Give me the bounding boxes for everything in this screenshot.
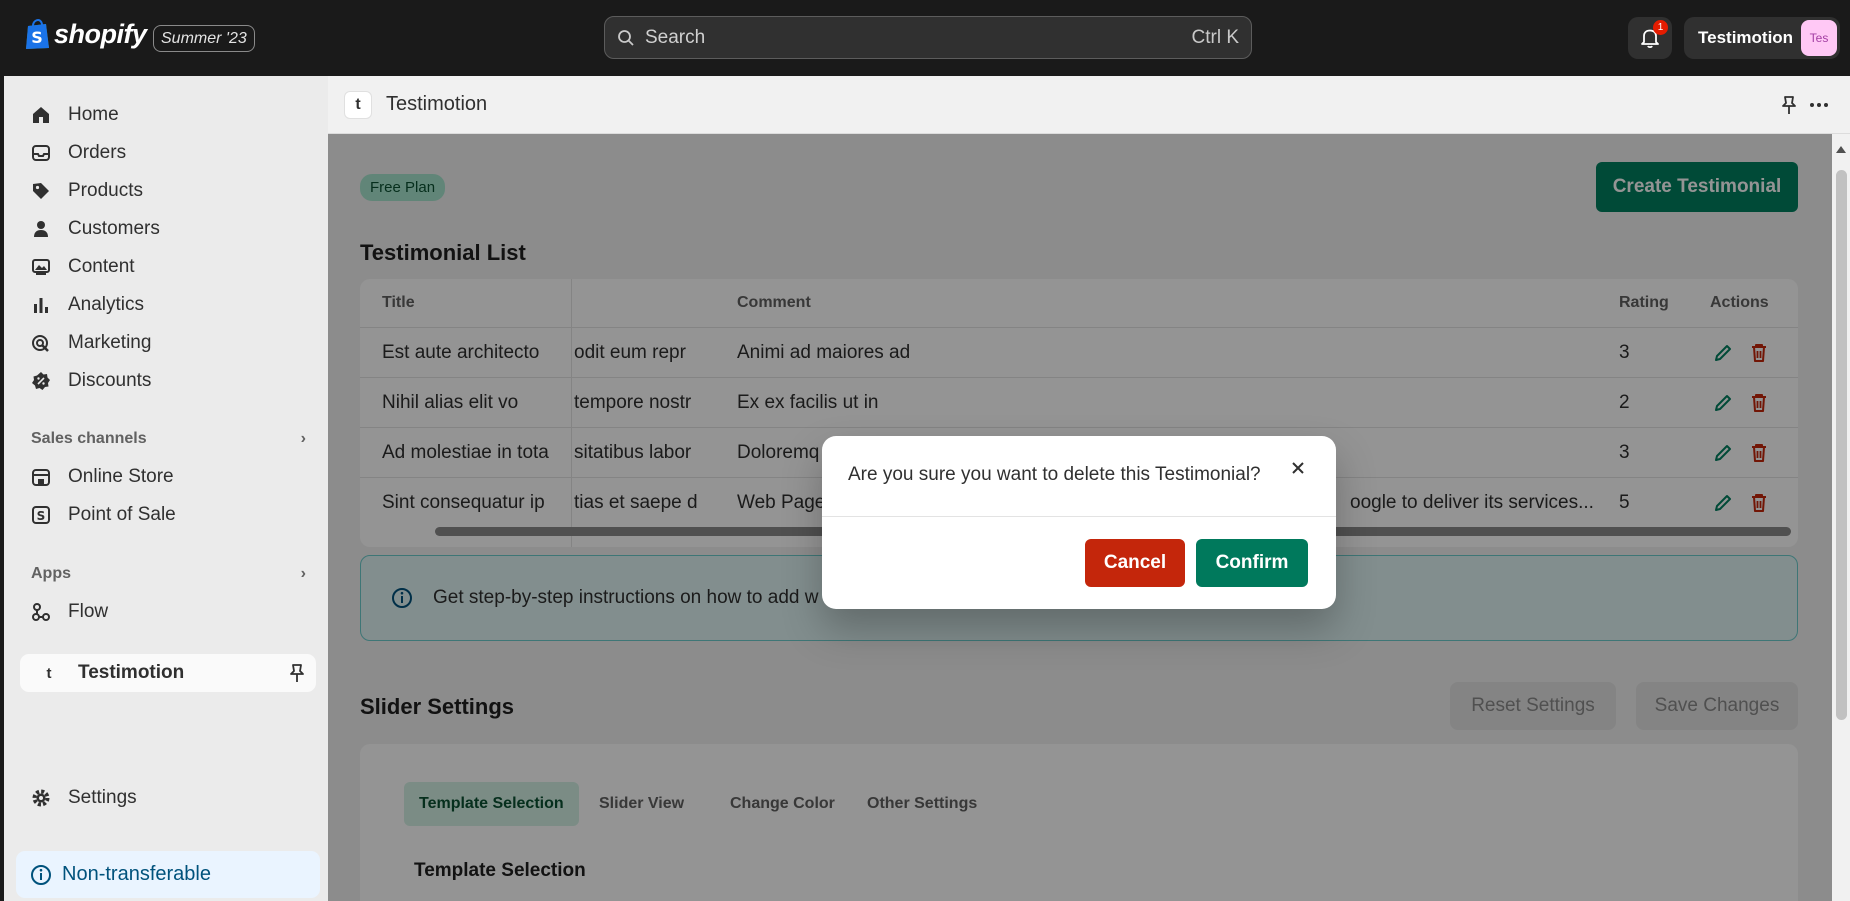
brand-name: shopify [54, 18, 147, 49]
app-title: Testimotion [386, 93, 488, 115]
discount-icon [30, 370, 52, 392]
bar-chart-icon [30, 294, 52, 316]
sidebar-item-label: Orders [68, 142, 127, 163]
section-heading-label: Apps [31, 565, 71, 582]
pin-icon[interactable] [288, 663, 306, 683]
notifications-button[interactable]: 1 [1628, 17, 1672, 59]
close-icon[interactable] [1286, 456, 1310, 480]
home-icon [30, 104, 52, 126]
sidebar-item-label: Home [68, 104, 119, 125]
dialog-divider [822, 516, 1336, 517]
section-heading-label: Sales channels [31, 430, 147, 447]
inbox-icon [30, 142, 52, 164]
sidebar-item-label: Flow [68, 601, 109, 622]
target-icon [30, 332, 52, 354]
sidebar-item-content[interactable]: Content [30, 250, 314, 284]
store-menu-button[interactable]: Testimotion Tes [1684, 17, 1840, 59]
sidebar-item-label: Settings [68, 787, 137, 808]
sidebar-item-home[interactable]: Home [30, 98, 314, 132]
sidebar-item-settings[interactable]: Settings [30, 781, 314, 815]
sidebar-item-label: Marketing [68, 332, 152, 353]
gear-icon [30, 787, 52, 809]
scroll-up-arrow-icon[interactable] [1836, 146, 1846, 153]
search-shortcut: Ctrl K [1191, 26, 1240, 48]
svg-text:S: S [37, 509, 46, 523]
store-avatar: Tes [1801, 20, 1837, 56]
sidebar-item-label: Customers [68, 218, 160, 239]
store-icon [30, 466, 52, 488]
delete-confirmation-dialog: Are you sure you want to delete this Tes… [822, 436, 1336, 609]
non-transferable-label: Non-transferable [62, 863, 211, 885]
confirm-button[interactable]: Confirm [1196, 539, 1308, 587]
vertical-scrollbar[interactable] [1832, 134, 1850, 901]
notification-count-badge: 1 [1653, 20, 1668, 35]
svg-text:S: S [31, 28, 43, 47]
scroll-thumb[interactable] [1836, 170, 1847, 720]
app-header: t Testimotion [328, 76, 1850, 134]
sidebar-item-label: Online Store [68, 466, 174, 487]
more-actions-icon[interactable] [1808, 94, 1830, 116]
sidebar-item-analytics[interactable]: Analytics [30, 288, 314, 322]
sidebar-item-label: Products [68, 180, 143, 201]
tag-icon [30, 180, 52, 202]
pin-icon[interactable] [1780, 95, 1798, 115]
apps-heading[interactable]: Apps › [31, 565, 306, 583]
sidebar-item-customers[interactable]: Customers [30, 212, 314, 246]
sidebar-item-products[interactable]: Products [30, 174, 314, 208]
pos-icon: S [30, 504, 52, 526]
image-icon [30, 256, 52, 278]
person-icon [30, 218, 52, 240]
sidebar-item-label: Content [68, 256, 135, 277]
cancel-button[interactable]: Cancel [1085, 539, 1185, 587]
non-transferable-banner[interactable]: Non-transferable [16, 851, 320, 898]
top-bar: S shopify Summer '23 Search Ctrl K 1 Tes… [0, 0, 1850, 76]
sidebar-item-discounts[interactable]: Discounts [30, 364, 314, 398]
sidebar-item-flow[interactable]: Flow [30, 595, 314, 629]
sidebar-item-marketing[interactable]: Marketing [30, 326, 314, 360]
flow-icon [30, 601, 52, 623]
sidebar-item-orders[interactable]: Orders [30, 136, 314, 170]
store-name: Testimotion [1698, 28, 1794, 47]
sidebar-item-testimotion[interactable]: t Testimotion [20, 654, 316, 692]
dialog-title: Are you sure you want to delete this Tes… [848, 464, 1261, 485]
sidebar-item-label: Discounts [68, 370, 152, 391]
sidebar-item-label: Point of Sale [68, 504, 176, 525]
search-icon [618, 29, 634, 46]
search-input[interactable]: Search [645, 27, 1192, 49]
shopify-bag-icon: S [26, 18, 49, 49]
sales-channels-heading[interactable]: Sales channels › [31, 430, 306, 448]
search-bar[interactable]: Search Ctrl K [604, 16, 1252, 59]
testimotion-app-icon: t [46, 664, 52, 682]
sidebar-item-label: Analytics [68, 294, 145, 315]
sidebar: Home Orders Products Customers Content A… [4, 76, 328, 901]
sidebar-item-point-of-sale[interactable]: S Point of Sale [30, 498, 314, 532]
chevron-right-icon: › [300, 565, 306, 582]
sidebar-item-online-store[interactable]: Online Store [30, 460, 314, 494]
edition-badge[interactable]: Summer '23 [153, 25, 255, 52]
app-logo: t [344, 90, 372, 119]
chevron-right-icon: › [300, 430, 306, 447]
shopify-logo[interactable]: S shopify [24, 18, 147, 50]
sidebar-item-label: Testimotion [78, 662, 185, 683]
info-icon [31, 864, 51, 885]
